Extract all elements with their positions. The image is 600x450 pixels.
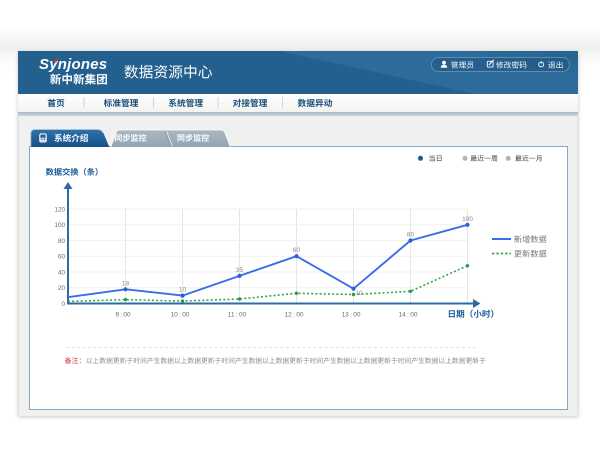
svg-text:11 : 00: 11 : 00 <box>228 312 247 319</box>
svg-text:120: 120 <box>54 206 65 213</box>
svg-text:18: 18 <box>122 280 130 287</box>
svg-text:12 : 00: 12 : 00 <box>285 312 304 319</box>
svg-text:10: 10 <box>179 287 187 294</box>
svg-text:20: 20 <box>58 285 66 292</box>
svg-text:0: 0 <box>61 301 65 308</box>
svg-text:100: 100 <box>462 216 473 223</box>
svg-text:80: 80 <box>407 232 415 239</box>
svg-text:13 : 00: 13 : 00 <box>342 312 361 319</box>
svg-text:35: 35 <box>236 267 244 274</box>
svg-text:100: 100 <box>54 222 65 229</box>
svg-text:40: 40 <box>58 269 66 276</box>
svg-text:80: 80 <box>58 238 66 245</box>
svg-text:60: 60 <box>58 254 66 261</box>
svg-text:9 : 00: 9 : 00 <box>115 312 131 319</box>
svg-text:10 : 00: 10 : 00 <box>171 312 190 319</box>
svg-text:60: 60 <box>293 247 301 254</box>
svg-text:10: 10 <box>356 290 363 297</box>
svg-text:14 : 00: 14 : 00 <box>399 312 418 319</box>
